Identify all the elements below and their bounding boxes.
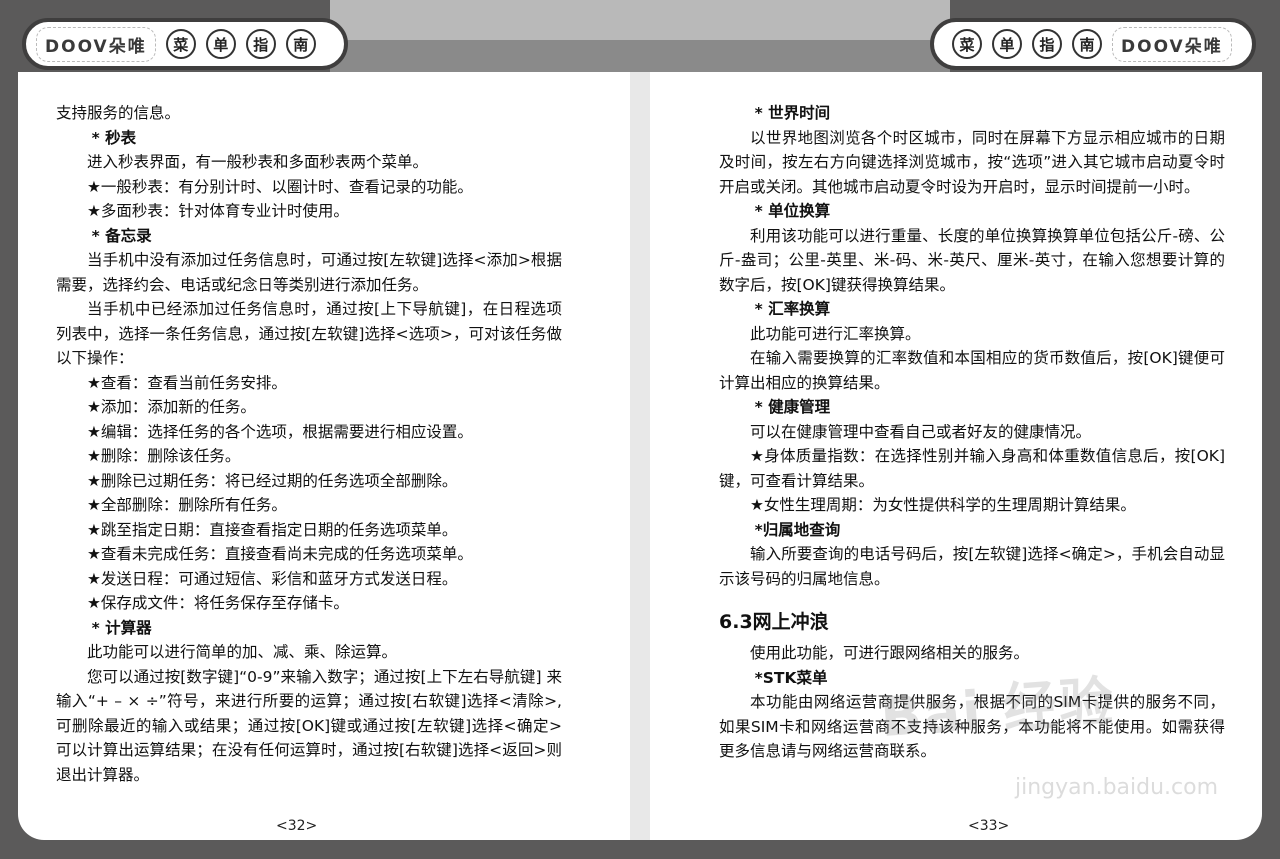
heading-world-time: * 世界时间 xyxy=(754,104,831,122)
bullet-item: ★查看未完成任务：直接查看尚未完成的任务选项菜单。 xyxy=(87,545,473,563)
heading-location-lookup: *归属地查询 xyxy=(754,520,841,539)
right-page-text: * 世界时间 以世界地图浏览各个时区城市，同时在屏幕下方显示相应城市的日期及时间… xyxy=(719,101,1225,764)
paragraph: 您可以通过按[数字键]“0-9”来输入数字；通过按[上下左右导航键] 来输入“+… xyxy=(56,667,562,784)
menu-char: 指 xyxy=(245,29,276,59)
header-left: DOOV朵唯 菜 单 指 南 xyxy=(22,18,348,70)
menu-char: 指 xyxy=(1032,29,1062,59)
menu-guide-title: 菜 单 指 南 xyxy=(952,29,1102,59)
bullet-item: ★女性生理周期：为女性提供科学的生理周期计算结果。 xyxy=(750,496,1136,514)
paragraph: 当手机中没有添加过任务信息时，可通过按[左软键]选择<添加>根据需要，选择约会、… xyxy=(56,251,562,294)
menu-char: 菜 xyxy=(952,29,982,59)
menu-guide-title: 菜 单 指 南 xyxy=(165,29,316,59)
heading-stopwatch: * 秒表 xyxy=(91,128,137,147)
page-number: <32> xyxy=(276,818,318,834)
bullet-item: ★全部删除：删除所有任务。 xyxy=(87,496,287,514)
bullet-item: ★多面秒表：针对体育专业计时使用。 xyxy=(87,202,349,220)
paragraph: 进入秒表界面，有一般秒表和多面秒表两个菜单。 xyxy=(87,153,429,171)
section-title: 6.3网上冲浪 xyxy=(719,611,829,633)
paragraph: 以世界地图浏览各个时区城市，同时在屏幕下方显示相应城市的日期及时间，按左右方向键… xyxy=(719,128,1225,196)
menu-char: 南 xyxy=(285,29,316,59)
top-band xyxy=(330,0,950,40)
baidu-watermark-url: jingyan.baidu.com xyxy=(1015,775,1219,800)
left-page-text: 支持服务的信息。 * 秒表 进入秒表界面，有一般秒表和多面秒表两个菜单。 ★一般… xyxy=(56,101,562,787)
doov-logo: DOOV朵唯 xyxy=(1112,26,1232,62)
bullet-item: ★添加：添加新的任务。 xyxy=(87,398,256,416)
heading-memo: * 备忘录 xyxy=(91,226,152,245)
bullet-item: ★发送日程：可通过短信、彩信和蓝牙方式发送日程。 xyxy=(87,569,458,588)
bullet-item: ★身体质量指数：在选择性别并输入身高和体重数值信息后，按[OK]键，可查看计算结… xyxy=(719,447,1225,490)
page-number: <33> xyxy=(968,818,1010,834)
doov-logo: DOOV朵唯 xyxy=(36,26,156,62)
paragraph: 此功能可进行汇率换算。 xyxy=(750,324,921,343)
baidu-watermark: Bai 经验 xyxy=(878,669,1118,750)
page-gutter xyxy=(630,72,650,840)
paragraph: 利用该功能可以进行重量、长度的单位换算换算单位包括公斤-磅、公斤-盎司；公里-英… xyxy=(719,226,1225,294)
paragraph: 使用此功能，可进行跟网络相关的服务。 xyxy=(750,644,1030,662)
heading-exchange-rate: * 汇率换算 xyxy=(754,300,831,318)
menu-char: 单 xyxy=(205,29,236,59)
paragraph: 可以在健康管理中查看自己或者好友的健康情况。 xyxy=(750,422,1092,441)
bullet-item: ★编辑：选择任务的各个选项，根据需要进行相应设置。 xyxy=(87,422,473,441)
top-band-strip xyxy=(330,40,950,72)
heading-unit-conversion: * 单位换算 xyxy=(754,202,831,220)
header-right: 菜 单 指 南 DOOV朵唯 xyxy=(930,18,1256,70)
paragraph: 支持服务的信息。 xyxy=(56,104,181,122)
menu-char: 单 xyxy=(992,29,1022,59)
bullet-item: ★删除：删除该任务。 xyxy=(87,447,241,465)
menu-char: 菜 xyxy=(165,29,196,59)
bullet-item: ★查看：查看当前任务安排。 xyxy=(87,373,287,392)
bullet-item: ★保存成文件：将任务保存至存储卡。 xyxy=(87,594,349,612)
paragraph: 输入所要查询的电话号码后，按[左软键]选择<确定>，手机会自动显示该号码的归属地… xyxy=(719,545,1225,588)
paragraph: 此功能可以进行简单的加、减、乘、除运算。 xyxy=(87,643,398,661)
heading-health: * 健康管理 xyxy=(754,398,831,416)
bullet-item: ★跳至指定日期：直接查看指定日期的任务选项菜单。 xyxy=(87,520,458,539)
bullet-item: ★删除已过期任务：将已经过期的任务选项全部删除。 xyxy=(87,471,458,490)
menu-char: 南 xyxy=(1072,29,1102,59)
paragraph: 在输入需要换算的汇率数值和本国相应的货币数值后，按[OK]键便可计算出相应的换算… xyxy=(719,349,1225,392)
heading-calculator: * 计算器 xyxy=(91,618,152,637)
paragraph: 当手机中已经添加过任务信息时，通过按[上下导航键]，在日程选项列表中，选择一条任… xyxy=(56,300,562,367)
bullet-item: ★一般秒表：有分别计时、以圈计时、查看记录的功能。 xyxy=(87,177,473,196)
